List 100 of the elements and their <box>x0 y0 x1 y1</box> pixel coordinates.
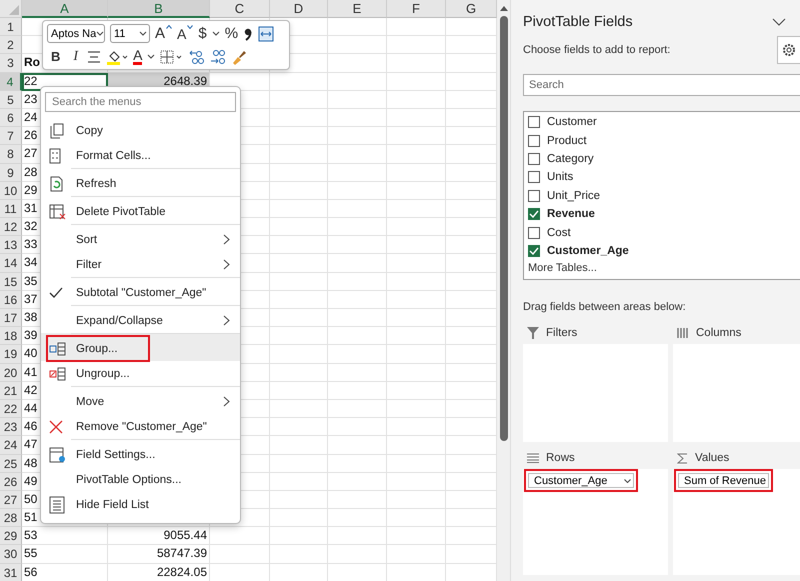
menu-search-field[interactable]: Search the menus <box>45 92 236 112</box>
table-cell <box>328 400 387 418</box>
field-label[interactable]: Unit_Price <box>547 190 600 202</box>
increase-decimal-icon[interactable] <box>210 48 226 64</box>
checkbox[interactable] <box>528 244 540 257</box>
row-header[interactable]: 28 <box>0 509 22 528</box>
row-header[interactable]: 21 <box>0 382 22 400</box>
caret-icon[interactable] <box>96 31 104 36</box>
row-header[interactable]: 7 <box>0 127 22 146</box>
row-header[interactable]: 23 <box>0 418 22 436</box>
pane-title: PivotTable Fields <box>523 14 633 30</box>
field-label[interactable]: Customer_Age <box>547 244 629 257</box>
row-header[interactable]: 3 <box>0 54 22 73</box>
field-label[interactable]: Customer <box>547 116 597 128</box>
field-label[interactable]: Product <box>547 134 587 147</box>
merge-center-icon[interactable] <box>258 26 274 42</box>
field-label[interactable]: Revenue <box>547 208 595 220</box>
currency-button[interactable]: $ <box>198 24 207 42</box>
table-cell <box>387 400 446 418</box>
table-cell <box>328 145 387 164</box>
row-header[interactable]: 4 <box>0 72 22 91</box>
row-header[interactable]: 30 <box>0 545 22 564</box>
center-align-icon[interactable] <box>87 50 102 62</box>
font-color-button[interactable]: A <box>133 48 142 65</box>
table-cell <box>328 254 387 273</box>
checkbox[interactable] <box>528 226 540 239</box>
row-header[interactable]: 22 <box>0 400 22 418</box>
field-chip[interactable]: Customer_Age <box>524 469 638 492</box>
table-cell <box>270 490 328 510</box>
percent-button[interactable]: % <box>224 24 238 42</box>
menu-item[interactable]: Group... <box>41 333 240 361</box>
caret-icon[interactable] <box>147 54 156 59</box>
column-header[interactable]: A <box>22 0 108 18</box>
row-header[interactable]: 29 <box>0 527 22 546</box>
fill-color-icon[interactable] <box>106 48 128 64</box>
column-header[interactable]: D <box>270 0 328 18</box>
field-label[interactable]: Category <box>547 152 594 165</box>
table-cell <box>328 454 387 473</box>
field-label[interactable]: Cost <box>547 226 571 239</box>
row-header[interactable]: 16 <box>0 290 22 309</box>
row-header[interactable]: 26 <box>0 472 22 491</box>
column-header[interactable]: E <box>328 0 387 18</box>
row-header[interactable]: 17 <box>0 309 22 328</box>
column-header[interactable]: F <box>387 0 446 18</box>
column-header[interactable]: C <box>210 0 270 18</box>
row-header[interactable]: 8 <box>0 145 22 164</box>
table-cell <box>270 218 328 236</box>
checkbox[interactable] <box>528 171 540 184</box>
increase-font-button[interactable]: A <box>155 24 172 42</box>
row-header[interactable]: 2 <box>0 36 22 54</box>
caret-icon[interactable] <box>212 31 220 36</box>
decrease-font-button[interactable]: A <box>177 24 194 42</box>
more-tables-link[interactable]: More Tables... <box>528 262 597 274</box>
settings-button[interactable] <box>777 36 800 64</box>
row-header[interactable]: 5 <box>0 90 22 109</box>
scrollbar-thumb[interactable] <box>500 16 508 441</box>
field-chip[interactable]: Sum of Revenue <box>674 469 773 492</box>
column-header[interactable]: G <box>446 0 497 18</box>
row-header[interactable]: 14 <box>0 254 22 273</box>
borders-icon[interactable] <box>160 50 184 64</box>
table-cell <box>387 454 446 473</box>
row-header[interactable]: 15 <box>0 272 22 291</box>
checkbox[interactable] <box>528 134 540 147</box>
font-size-field[interactable]: 11 <box>110 24 150 43</box>
decrease-decimal-icon[interactable] <box>189 48 206 64</box>
table-cell <box>270 254 328 273</box>
area-label: Columns <box>696 327 742 339</box>
row-header[interactable]: 11 <box>0 200 22 218</box>
paintbrush-icon[interactable] <box>231 48 248 64</box>
field-search[interactable]: Search <box>523 74 800 96</box>
checkbox[interactable] <box>528 208 540 220</box>
settings-icon[interactable] <box>782 43 796 57</box>
column-header[interactable]: B <box>108 0 210 18</box>
row-header[interactable]: 20 <box>0 364 22 382</box>
chevron-down-icon[interactable] <box>772 18 786 26</box>
row-header[interactable]: 6 <box>0 108 22 128</box>
row-header[interactable]: 12 <box>0 218 22 236</box>
table-cell <box>270 400 328 418</box>
row-header[interactable]: 1 <box>0 18 22 36</box>
close-icon <box>49 420 63 434</box>
table-cell <box>328 36 387 54</box>
row-header[interactable]: 25 <box>0 454 22 473</box>
row-header[interactable]: 27 <box>0 490 22 510</box>
row-header[interactable]: 13 <box>0 236 22 254</box>
row-header[interactable]: 10 <box>0 182 22 200</box>
font-name-field[interactable]: Aptos Na <box>47 24 105 43</box>
row-header[interactable]: 31 <box>0 564 22 581</box>
checkbox[interactable] <box>528 190 540 202</box>
checkbox[interactable] <box>528 116 540 128</box>
row-header[interactable]: 19 <box>0 345 22 364</box>
caret-icon[interactable] <box>139 31 147 36</box>
checkbox[interactable] <box>528 152 540 165</box>
row-header[interactable]: 24 <box>0 436 22 454</box>
field-label[interactable]: Units <box>547 171 574 184</box>
comma-style-icon[interactable] <box>243 26 254 40</box>
table-cell <box>328 345 387 364</box>
row-header[interactable]: 9 <box>0 164 22 182</box>
scroll-up-icon[interactable] <box>500 5 508 11</box>
caret-icon[interactable] <box>624 478 631 482</box>
row-header[interactable]: 18 <box>0 327 22 346</box>
